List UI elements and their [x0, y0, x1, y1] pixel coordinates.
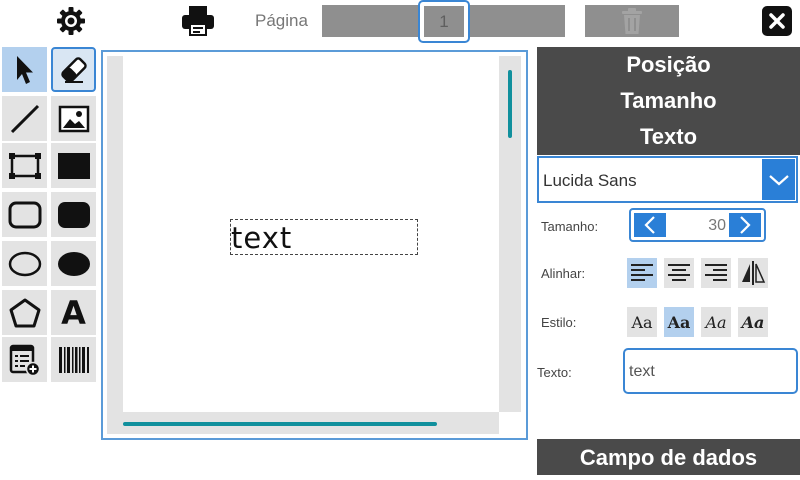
image-icon: [58, 105, 89, 132]
gear-icon[interactable]: [55, 5, 87, 37]
style-bold-button[interactable]: Aa: [664, 307, 694, 337]
align-right-button[interactable]: [701, 258, 731, 288]
pentagon-icon: [9, 298, 40, 327]
ellipse-filled-tool[interactable]: [51, 241, 96, 286]
page-number-value: 1: [424, 6, 464, 37]
align-right-icon: [705, 264, 727, 281]
align-center-button[interactable]: [664, 258, 694, 288]
select-tool[interactable]: [2, 47, 47, 92]
text-tool[interactable]: A: [51, 290, 96, 335]
canvas-text-object[interactable]: text: [230, 219, 418, 255]
section-size[interactable]: Tamanho: [537, 83, 800, 119]
data-field-section[interactable]: Campo de dados: [537, 439, 800, 475]
properties-sections: Posição Tamanho Texto: [537, 47, 800, 155]
font-select[interactable]: Lucida Sans: [537, 156, 798, 203]
barcode-tool[interactable]: [51, 337, 96, 382]
design-canvas[interactable]: text: [101, 50, 528, 440]
close-button[interactable]: [762, 6, 792, 36]
ellipse-filled-icon: [57, 251, 90, 276]
size-label: Tamanho:: [541, 219, 599, 234]
printer-icon[interactable]: [181, 5, 215, 37]
align-left-button[interactable]: [627, 258, 657, 288]
style-bold-italic-button[interactable]: Aa: [738, 307, 768, 337]
barcode-icon: [58, 346, 89, 373]
page-next-button[interactable]: [470, 5, 565, 37]
rounded-rect-filled-tool[interactable]: [51, 192, 96, 237]
size-decrease-button[interactable]: [634, 213, 666, 237]
size-stepper[interactable]: 30: [629, 208, 766, 242]
font-dropdown-button[interactable]: [762, 159, 795, 200]
style-bold-text: Aa: [667, 312, 691, 332]
list-add-icon: [9, 344, 40, 376]
arrow-pointer-icon: [16, 55, 33, 84]
line-tool[interactable]: [2, 96, 47, 141]
chevron-right-icon: [740, 216, 751, 234]
page-label: Página: [255, 11, 308, 30]
align-center-icon: [668, 264, 690, 281]
page-number-field[interactable]: 1: [418, 0, 470, 43]
chevron-down-icon: [768, 174, 789, 185]
ellipse-outline-icon: [8, 251, 41, 276]
add-field-tool[interactable]: [2, 337, 47, 382]
rectangle-outline-icon: [8, 152, 41, 179]
mirror-icon: [742, 261, 766, 285]
text-input[interactable]: text: [623, 348, 798, 394]
rectangle-outline-tool[interactable]: [2, 143, 47, 188]
style-bold-italic-text: Aa: [741, 312, 765, 332]
chevron-left-icon: [644, 216, 655, 234]
rounded-rect-filled-icon: [57, 201, 90, 228]
size-increase-button[interactable]: [729, 213, 761, 237]
page-previous-button[interactable]: [322, 5, 420, 37]
style-regular-text: Aa: [631, 312, 653, 332]
mirror-button[interactable]: [738, 258, 768, 288]
section-text[interactable]: Texto: [537, 119, 800, 155]
style-label: Estilo:: [541, 315, 577, 330]
style-regular-button[interactable]: Aa: [627, 307, 657, 337]
canvas-left-margin: [107, 56, 123, 434]
text-label: Texto:: [537, 365, 572, 380]
ellipse-outline-tool[interactable]: [2, 241, 47, 286]
rectangle-filled-icon: [57, 152, 90, 179]
rounded-rect-outline-tool[interactable]: [2, 192, 47, 237]
close-icon: [769, 13, 785, 29]
eraser-tool[interactable]: [51, 47, 96, 92]
image-tool[interactable]: [51, 96, 96, 141]
section-position[interactable]: Posição: [537, 47, 800, 83]
horizontal-scrollbar-thumb[interactable]: [123, 422, 437, 426]
eraser-icon: [60, 56, 87, 83]
rectangle-filled-tool[interactable]: [51, 143, 96, 188]
style-italic-text: Aa: [705, 312, 727, 332]
style-italic-button[interactable]: Aa: [701, 307, 731, 337]
align-left-icon: [631, 264, 653, 281]
polygon-tool[interactable]: [2, 290, 47, 335]
text-a-icon: A: [61, 293, 86, 332]
size-value: 30: [708, 217, 726, 234]
font-select-value: Lucida Sans: [543, 171, 637, 190]
rounded-rect-outline-icon: [8, 201, 41, 228]
vertical-scrollbar-thumb[interactable]: [508, 70, 512, 138]
trash-icon: [619, 6, 645, 36]
align-label: Alinhar:: [541, 266, 586, 281]
line-icon: [10, 104, 39, 133]
